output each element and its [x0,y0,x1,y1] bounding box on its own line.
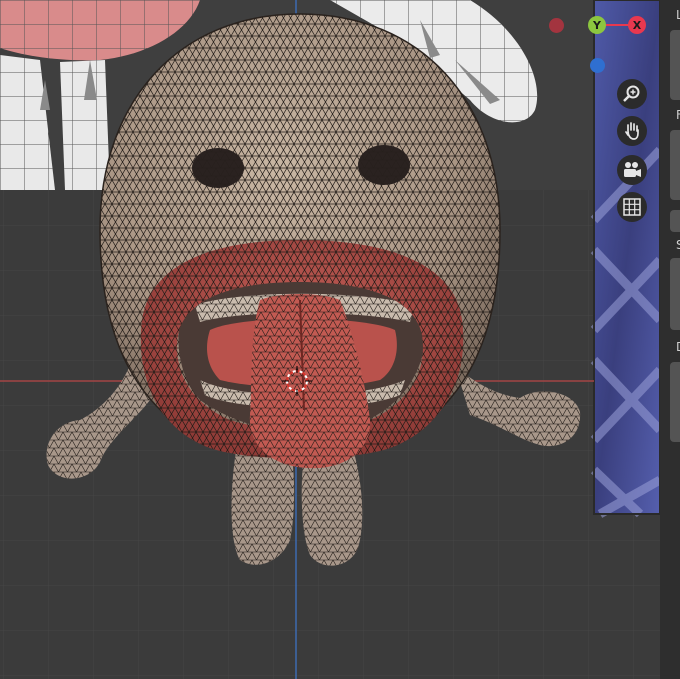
gizmo-z-axis[interactable] [590,58,605,73]
zoom-button[interactable] [617,79,647,109]
gizmo-x-axis[interactable]: X [628,16,646,34]
zoom-icon [623,85,640,102]
grid-view-button[interactable] [617,192,647,222]
panel-field-2[interactable] [670,130,680,200]
panel-section-label-l: L [676,8,680,22]
3d-viewport[interactable]: Y X L F S [0,0,680,679]
gizmo-y-label: Y [593,18,601,32]
gizmo-x-label: X [632,18,642,32]
gizmo-neg-x-axis[interactable] [549,18,564,33]
panel-field-4[interactable] [670,258,680,330]
reference-image-texture[interactable] [590,0,664,518]
panel-field-3[interactable] [670,210,680,232]
panel-section-label-f: F [676,108,680,122]
camera-button[interactable] [617,155,647,185]
pan-hand-icon [625,122,639,140]
camera-icon [624,162,641,177]
panel-field-5[interactable] [670,362,680,442]
panel-field-1[interactable] [670,30,680,100]
grid-view-icon [623,198,641,216]
panel-section-label-s: S [676,238,680,252]
pan-button[interactable] [617,116,647,146]
viewport-canvas[interactable] [0,0,680,679]
panel-section-label-d: D [676,340,680,354]
gizmo-y-axis[interactable]: Y [588,16,606,34]
